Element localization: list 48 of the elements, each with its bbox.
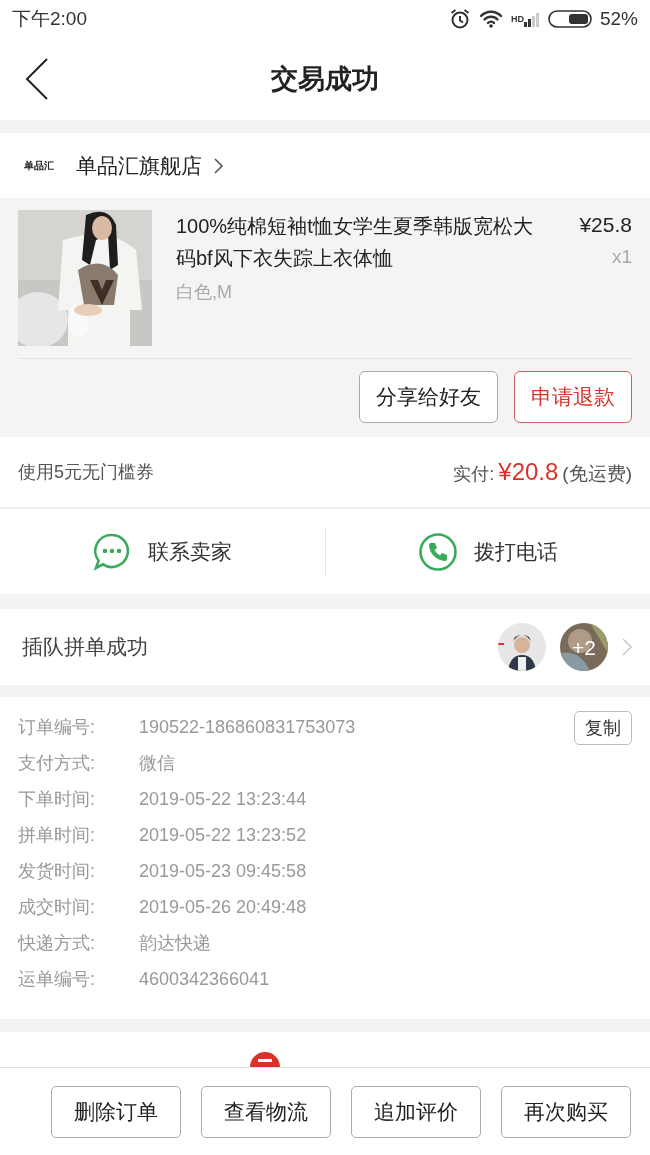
store-name[interactable]: 单品汇旗舰店 — [76, 151, 202, 180]
page-title: 交易成功 — [271, 63, 379, 96]
info-label: 拼单时间: — [18, 824, 96, 847]
product-price: ¥25.8 — [579, 212, 632, 238]
info-label: 运单编号: — [18, 968, 96, 991]
battery-percent: 52% — [599, 8, 638, 30]
order-action-button[interactable]: 删除订单 — [51, 1086, 181, 1138]
shipping-note: (免运费) — [562, 461, 632, 486]
refund-button[interactable]: 申请退款 — [514, 371, 632, 423]
contact-seller-button[interactable]: 联系卖家 — [0, 516, 325, 587]
info-value: 190522-186860831753073 — [139, 716, 356, 738]
info-value: 微信 — [139, 752, 175, 775]
store-logo: 单品汇 — [24, 158, 54, 173]
status-time: 下午2:00 — [12, 7, 87, 31]
info-value: 4600342366041 — [139, 968, 270, 990]
group-buy-status: 插队拼单成功 — [22, 634, 148, 660]
chevron-icon[interactable] — [214, 157, 224, 174]
call-button[interactable]: 拨打电话 — [325, 516, 650, 587]
paid-label: 实付: — [453, 462, 495, 486]
back-icon[interactable] — [25, 58, 49, 100]
info-label: 支付方式: — [18, 752, 96, 775]
order-action-button[interactable]: 查看物流 — [201, 1086, 331, 1138]
product-quantity: x1 — [611, 246, 632, 268]
share-button[interactable]: 分享给好友 — [359, 371, 498, 423]
battery-icon — [547, 10, 592, 28]
info-value: 2019-05-22 13:23:52 — [139, 824, 307, 846]
info-value: 2019-05-26 20:49:48 — [139, 896, 307, 918]
order-action-button[interactable]: 再次购买 — [501, 1086, 631, 1138]
product-title[interactable]: 100%纯棉短袖t恤女学生夏季韩版宽松大码bf风下衣失踪上衣体恤 — [176, 210, 542, 274]
member-count: +2 — [572, 636, 596, 658]
phone-icon — [417, 531, 458, 572]
paid-amount: ¥20.8 — [498, 457, 559, 486]
info-label: 订单编号: — [18, 716, 96, 739]
wifi-icon — [478, 9, 503, 29]
order-action-button[interactable]: 追加评价 — [351, 1086, 481, 1138]
info-label: 发货时间: — [18, 860, 96, 883]
info-value: 韵达快递 — [139, 932, 211, 955]
copy-button[interactable]: 复制 — [574, 711, 632, 745]
product-variant: 白色,M — [176, 281, 233, 304]
network-label: HD — [510, 14, 524, 24]
info-label: 下单时间: — [18, 788, 96, 811]
info-label: 快递方式: — [18, 932, 96, 955]
info-label: 成交时间: — [18, 896, 96, 919]
alarm-icon — [448, 8, 471, 30]
info-value: 2019-05-22 13:23:44 — [139, 788, 307, 810]
signal-icon — [523, 11, 540, 27]
info-value: 2019-05-23 09:45:58 — [139, 860, 307, 882]
coupon-text: 使用5元无门槛券 — [18, 461, 154, 484]
